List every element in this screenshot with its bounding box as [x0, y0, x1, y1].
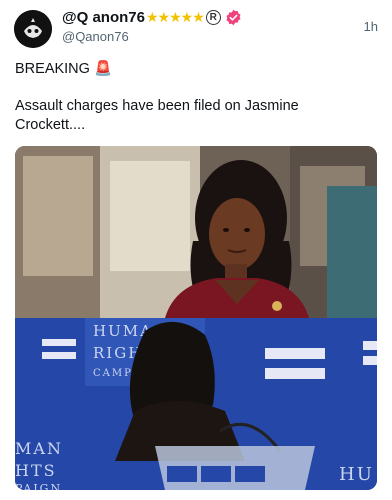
- banner-text-4: MAN: [15, 439, 63, 458]
- post-text: BREAKING 🚨 Assault charges have been fil…: [15, 60, 365, 135]
- post-text-line-1: BREAKING 🚨: [15, 61, 113, 77]
- post-media[interactable]: HUMA RIGH CAMP MAN HTS PAIGN HU: [15, 146, 377, 490]
- registered-icon: R: [205, 10, 221, 25]
- banner-text-3: CAMP: [93, 368, 133, 379]
- avatar[interactable]: [14, 10, 52, 48]
- skull-avatar-icon: [14, 10, 52, 48]
- verified-badge-icon: [225, 9, 242, 26]
- stars-emoji: ★★★★★: [145, 9, 205, 25]
- display-name[interactable]: @Q anon76: [62, 9, 145, 26]
- composite-photo: HUMA RIGH CAMP MAN HTS PAIGN HU: [15, 146, 377, 490]
- banner-text-5: HTS: [15, 461, 57, 480]
- banner-text-6: PAIGN: [15, 482, 62, 490]
- author-handle[interactable]: @Qanon76: [62, 29, 129, 44]
- post-text-line-2: Assault charges have been filed on Jasmi…: [15, 98, 299, 133]
- author-name-row[interactable]: @Q anon76 ★★★★★ R: [62, 9, 242, 26]
- banner-text-7: HU: [339, 464, 374, 485]
- post-time[interactable]: 1h: [364, 19, 378, 34]
